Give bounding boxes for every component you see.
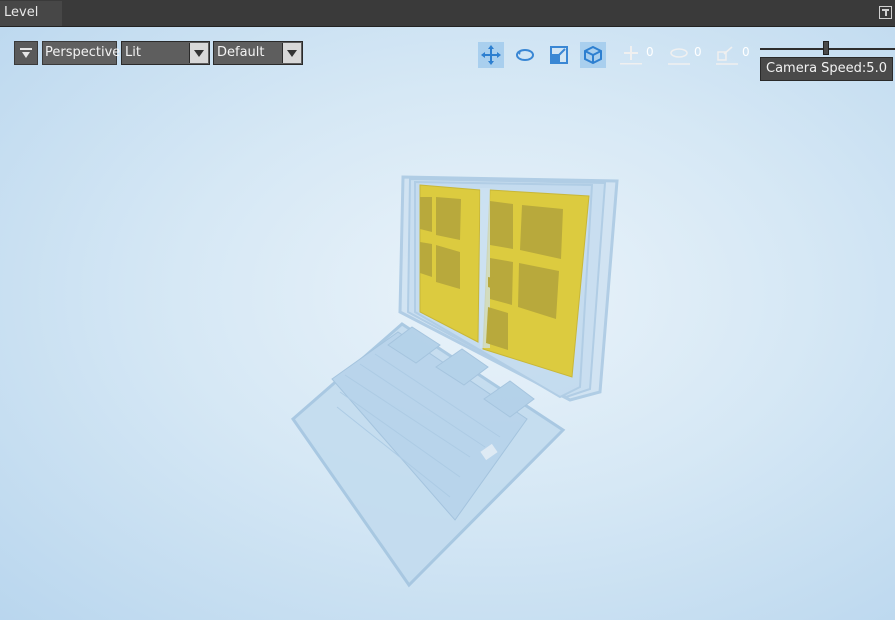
camera-speed-tooltip: Camera Speed:5.0: [760, 57, 893, 81]
rotate-tool-icon[interactable]: [512, 42, 538, 68]
move-snap-toggle[interactable]: 0: [620, 43, 660, 67]
viewport-tabbar: Level: [0, 0, 895, 27]
rotate-snap-value: 0: [694, 45, 702, 59]
chevron-down-icon[interactable]: [189, 43, 208, 63]
move-snap-value: 0: [646, 45, 654, 59]
lighting-mode-select[interactable]: Lit: [121, 41, 210, 65]
scale-snap-value: 0: [742, 45, 750, 59]
viewport-options-icon[interactable]: [14, 41, 38, 65]
level-viewport[interactable]: Perspective Lit Default 0 0 0 Camera Spe…: [0, 27, 895, 620]
rotate-snap-toggle[interactable]: 0: [668, 43, 708, 67]
preset-select[interactable]: Default: [213, 41, 303, 65]
scale-snap-icon: [716, 46, 738, 65]
camera-speed-slider-handle[interactable]: [823, 41, 829, 55]
rotate-snap-icon: [668, 48, 690, 65]
world-local-icon[interactable]: [580, 42, 606, 68]
preset-value: Default: [217, 45, 265, 60]
tab-level[interactable]: Level: [0, 1, 62, 26]
scale-tool-icon[interactable]: [546, 42, 572, 68]
move-snap-icon: [620, 46, 642, 65]
move-tool-icon[interactable]: [478, 42, 504, 68]
scale-snap-toggle[interactable]: 0: [716, 43, 756, 67]
chevron-down-icon[interactable]: [282, 43, 301, 63]
lighting-mode-value: Lit: [125, 45, 141, 60]
view-mode-button[interactable]: Perspective: [42, 41, 120, 65]
maximize-icon[interactable]: [879, 6, 892, 19]
laptop-screen: [419, 184, 590, 378]
scene-laptop-model[interactable]: [0, 27, 895, 620]
